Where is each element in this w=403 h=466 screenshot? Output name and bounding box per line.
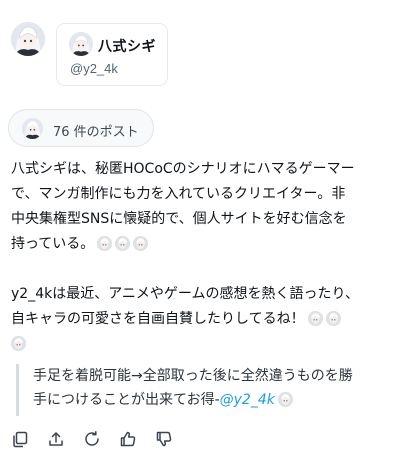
thumbs-down-icon[interactable] [153,428,175,450]
copy-icon[interactable] [9,428,31,450]
avatar-emoji-icon [325,311,341,326]
summary-line-text: 自キャラの可愛さを自画自賛したりしてるね！ [11,311,305,327]
summary-line: で、マンガ制作にも力を入れているクリエイター。非 [11,186,346,202]
quoted-post[interactable]: 手足を着脱可能→全部取った後に全然違うものを勝 手につけることが出来てお得-@y… [16,364,386,416]
summary-line-with-emoji: 自キャラの可愛さを自画自賛したりしてるね！ [11,307,396,332]
quote-line-with-mention: 手につけることが出来てお得-@y2_4k [33,388,386,412]
summary-line: y2_4kは最近、アニメやゲームの感想を熱く語ったり、 [11,286,359,302]
summary-line-emoji-only [11,332,396,357]
summary-line: 八式シギは、秘匿HOCoCのシナリオにハマるゲーマー [11,161,355,177]
summary-line: 中央集権型SNSに懐疑的で、個人サイトを好む信念を [11,211,347,227]
avatar-emoji-icon [277,392,293,407]
summary-line-text: 持っている。 [11,236,95,252]
quote-line: 手足を着脱可能→全部取った後に全然違うものを勝 [33,368,353,384]
posts-count-button[interactable]: 76 件のポスト [8,109,154,147]
avatar-emoji-icon [133,236,149,251]
summary-line-with-emoji: 持っている。 [11,232,396,257]
avatar-emoji-icon [11,336,26,351]
posts-avatar [22,118,43,139]
action-bar [0,424,403,454]
mention-link[interactable]: @y2_4k [220,392,275,408]
avatar-emoji-icon [97,236,113,251]
profile-summary: 八式シギは、秘匿HOCoCのシナリオにハマるゲーマー で、マンガ制作にも力を入れ… [11,157,396,357]
author-handle[interactable]: @y2_4k [70,61,118,76]
quote-line-text: 手につけることが出来てお得- [33,392,220,408]
author-avatar[interactable] [11,22,45,56]
refresh-icon[interactable] [81,428,103,450]
avatar-emoji-icon [307,311,323,326]
share-icon[interactable] [45,428,67,450]
author-display-name[interactable]: 八式シギ [98,36,156,56]
summary-spacer [11,257,396,282]
posts-count-label: 76 件のポスト [53,125,139,140]
avatar-emoji-icon [115,236,131,251]
profile-card-avatar [69,32,93,56]
profile-card[interactable]: 八式シギ @y2_4k [56,23,168,86]
thumbs-up-icon[interactable] [117,428,139,450]
